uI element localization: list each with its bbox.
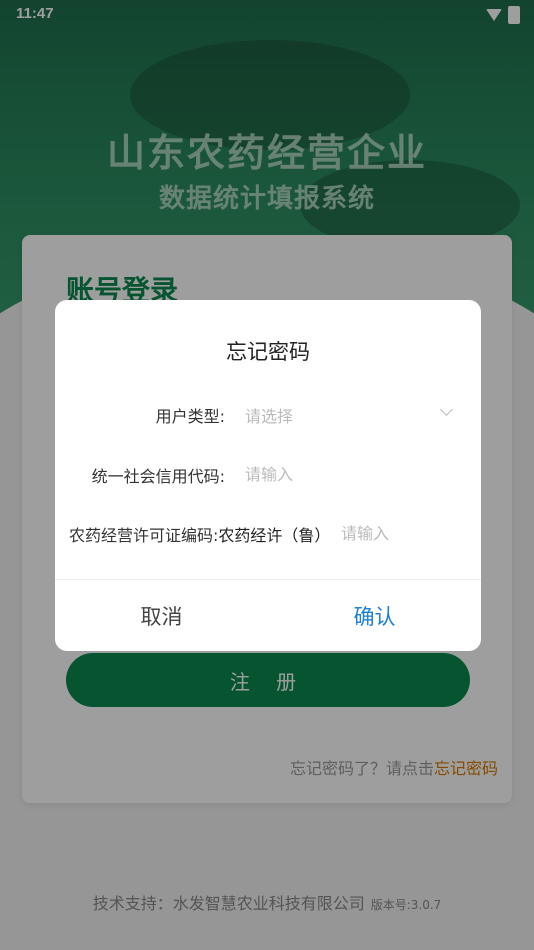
user-type-label: 用户类型: [155,407,225,426]
user-type-select[interactable]: 请选择 [245,403,293,427]
license-label-group: 农药经营许可证编码:农药经许（鲁） [69,522,330,546]
credit-code-row: 统一社会信用代码: [55,459,481,489]
chevron-down-icon[interactable] [440,403,453,416]
license-prefix: 农药经许（鲁） [218,526,331,545]
user-type-row[interactable]: 用户类型: 请选择 [55,399,481,429]
cancel-button[interactable]: 取消 [55,580,268,651]
credit-code-label: 统一社会信用代码: [91,467,225,486]
license-label: 农药经营许可证编码: [69,526,219,545]
credit-code-input[interactable] [245,459,455,489]
license-row: 农药经营许可证编码:农药经许（鲁） [55,518,481,548]
license-input[interactable] [341,518,461,548]
dialog-title: 忘记密码 [226,340,310,364]
confirm-button[interactable]: 确认 [268,580,481,651]
forgot-password-dialog: 忘记密码 用户类型: 请选择 统一社会信用代码: 农药经营许可证编码:农药经许（… [55,300,481,651]
